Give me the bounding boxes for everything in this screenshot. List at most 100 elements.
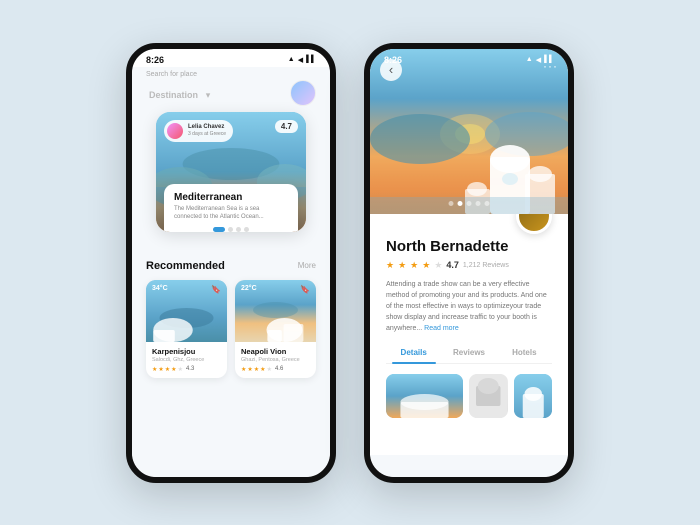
rec-name-2: Neapoli Vion [241, 347, 310, 356]
hero-card-container: Lelia Chavez 3 days at Greece 4.7 Medite… [144, 112, 318, 232]
chevron-down-icon: ▾ [206, 90, 211, 100]
dot-3 [236, 227, 241, 232]
dot-1 [213, 227, 225, 232]
rec-rating-1: 4.3 [186, 366, 194, 372]
detail-avatar [516, 214, 552, 234]
thumb3-svg [514, 374, 553, 418]
big-star-4: ★ [422, 260, 430, 271]
dot-4 [244, 227, 249, 232]
review-count: 1,212 Reviews [463, 262, 509, 269]
tab-hotels[interactable]: Hotels [497, 342, 552, 363]
place-title: North Bernadette [386, 238, 552, 255]
big-star-3: ★ [410, 260, 418, 271]
hero-user-info: Lelia Chavez 3 days at Greece [188, 124, 226, 137]
time-2: 8:26 [384, 55, 402, 65]
rec-name-1: Karpenisjou [152, 347, 221, 356]
destination-title-group: Destination ▾ [146, 83, 210, 103]
big-star-1: ★ [386, 260, 394, 271]
recommended-cards: 34°C 🔖 Karpenisjou Salocdi, Ghz, Greece … [146, 280, 316, 378]
star-2b: ★ [247, 366, 252, 373]
destination-row: Destination ▾ [132, 78, 330, 112]
big-star-5: ★ [434, 260, 442, 271]
star-4b: ★ [260, 366, 265, 373]
star-1b: ★ [241, 366, 246, 373]
wifi-icon: ◀ [298, 56, 303, 64]
bookmark-icon-1[interactable]: 🔖 [211, 285, 221, 294]
user-avatar-1[interactable] [290, 80, 316, 106]
info-card-desc: The Mediterranean Sea is a sea connected… [174, 205, 288, 222]
star-3b: ★ [254, 366, 259, 373]
search-label: Search for place [132, 67, 330, 78]
recommended-section: Recommended More [132, 232, 330, 384]
detail-avatar-row [386, 214, 552, 234]
signal-icon-2: ▲ [526, 56, 533, 63]
star-1: ★ [152, 366, 157, 373]
hero-user-badge: Lelia Chavez 3 days at Greece [164, 120, 233, 142]
rec-card-1[interactable]: 34°C 🔖 Karpenisjou Salocdi, Ghz, Greece … [146, 280, 227, 378]
phone-2: 8:26 ▲ ◀ ▌▌ [364, 43, 574, 483]
more-link[interactable]: More [298, 261, 316, 270]
destination-title: Destination ▾ [146, 83, 210, 102]
rec-temp-2: 22°C [241, 285, 257, 292]
big-star-2: ★ [398, 260, 406, 271]
hero2-image: ‹ ··· [370, 49, 568, 214]
rec-stars-2: ★ ★ ★ ★ ★ 4.6 [241, 366, 310, 373]
rec-info-2: Neapoli Vion Ghazi, Pentosa, Greece ★ ★ … [235, 342, 316, 378]
thumbnail-2[interactable] [469, 374, 508, 418]
read-more-link[interactable]: Read more [424, 325, 459, 332]
thumb1-svg [386, 374, 463, 418]
recommended-title: Recommended [146, 260, 225, 272]
rec-temp-1: 34°C [152, 285, 168, 292]
bookmark-icon-2[interactable]: 🔖 [300, 285, 310, 294]
phone2-content: ‹ ··· North Bernadette [370, 49, 568, 455]
h-dot-2 [458, 201, 463, 206]
hero2-indicator-dots [449, 201, 490, 206]
tabs-row: Details Reviews Hotels [386, 342, 552, 364]
star-3: ★ [165, 366, 170, 373]
h-dot-4 [476, 201, 481, 206]
tab-details[interactable]: Details [386, 342, 441, 363]
tab-reviews[interactable]: Reviews [441, 342, 496, 363]
battery-icon: ▌▌ [306, 56, 316, 63]
rec-image-2: 22°C 🔖 [235, 280, 316, 342]
hero-card[interactable]: Lelia Chavez 3 days at Greece 4.7 Medite… [156, 112, 306, 232]
h-dot-5 [485, 201, 490, 206]
rec-card-2[interactable]: 22°C 🔖 Neapoli Vion Ghazi, Pentosa, Gree… [235, 280, 316, 378]
star-5b: ★ [267, 366, 272, 373]
rec-loc-1: Salocdi, Ghz, Greece [152, 357, 221, 363]
time-1: 8:26 [146, 55, 164, 65]
thumbnail-3[interactable] [514, 374, 553, 418]
info-card-title: Mediterranean [174, 192, 288, 203]
signal-icon: ▲ [288, 56, 295, 63]
dot-2 [228, 227, 233, 232]
rec-rating-2: 4.6 [275, 366, 283, 372]
thumb2-svg [469, 374, 508, 418]
star-2: ★ [158, 366, 163, 373]
hero-rating-badge: 4.7 [275, 120, 298, 133]
rec-info-1: Karpenisjou Salocdi, Ghz, Greece ★ ★ ★ ★… [146, 342, 227, 378]
status-bar-2: 8:26 ▲ ◀ ▌▌ [370, 49, 568, 67]
h-dot-3 [467, 201, 472, 206]
wifi-icon-2: ◀ [536, 56, 541, 64]
detail-section: North Bernadette ★ ★ ★ ★ ★ 4.7 1,212 Rev… [370, 214, 568, 455]
battery-icon-2: ▌▌ [544, 56, 554, 63]
rec-image-1: 34°C 🔖 [146, 280, 227, 342]
h-dot-1 [449, 201, 454, 206]
place-description: Attending a trade show can be a very eff… [386, 279, 552, 335]
rec-stars-1: ★ ★ ★ ★ ★ 4.3 [152, 366, 221, 373]
section-header: Recommended More [146, 260, 316, 272]
status-icons-2: ▲ ◀ ▌▌ [526, 56, 554, 64]
rating-row: ★ ★ ★ ★ ★ 4.7 1,212 Reviews [386, 260, 552, 271]
star-4: ★ [171, 366, 176, 373]
status-icons-1: ▲ ◀ ▌▌ [288, 56, 316, 64]
info-card: Mediterranean The Mediterranean Sea is a… [164, 184, 298, 232]
thumb-row [386, 374, 552, 418]
status-bar-1: 8:26 ▲ ◀ ▌▌ [132, 49, 330, 67]
hero-user-avatar [167, 123, 183, 139]
phone-1: 8:26 ▲ ◀ ▌▌ Search for place Destination… [126, 43, 336, 483]
rating-number: 4.7 [446, 260, 459, 270]
rec-loc-2: Ghazi, Pentosa, Greece [241, 357, 310, 363]
star-5: ★ [178, 366, 183, 373]
hero-indicator-dots [174, 227, 288, 232]
thumbnail-1[interactable] [386, 374, 463, 418]
